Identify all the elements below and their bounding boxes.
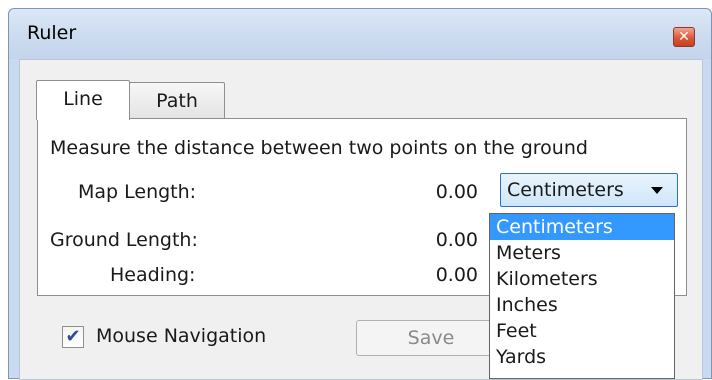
mouse-navigation-checkbox[interactable]: ✔ xyxy=(62,326,84,348)
tab-line-label: Line xyxy=(63,88,103,110)
ground-length-label: Ground Length: xyxy=(50,229,198,251)
ground-length-value: 0.00 xyxy=(435,229,478,251)
title-bar[interactable]: Ruler ✕ xyxy=(9,9,711,59)
mouse-navigation-label[interactable]: Mouse Navigation xyxy=(96,325,266,347)
tab-path[interactable]: Path xyxy=(129,82,225,118)
unit-option-inches[interactable]: Inches xyxy=(490,292,674,318)
tab-line[interactable]: Line xyxy=(36,80,130,120)
heading-value: 0.00 xyxy=(435,264,478,286)
save-button[interactable]: Save xyxy=(356,320,506,356)
heading-label: Heading: xyxy=(110,264,196,286)
unit-option-yards[interactable]: Yards xyxy=(490,344,674,370)
unit-option-feet[interactable]: Feet xyxy=(490,318,674,344)
chevron-down-icon xyxy=(651,187,663,194)
save-button-label: Save xyxy=(407,327,455,349)
map-length-label: Map Length: xyxy=(78,181,197,203)
checkmark-icon: ✔ xyxy=(65,326,81,347)
unit-option-centimeters[interactable]: Centimeters xyxy=(490,214,674,240)
measure-description: Measure the distance between two points … xyxy=(50,137,588,159)
window-title: Ruler xyxy=(27,22,77,44)
unit-select-value: Centimeters xyxy=(507,179,624,201)
map-length-value: 0.00 xyxy=(435,181,478,203)
unit-option-kilometers[interactable]: Kilometers xyxy=(490,266,674,292)
tab-path-label: Path xyxy=(156,90,198,112)
unit-select[interactable]: Centimeters xyxy=(500,173,678,207)
close-icon: ✕ xyxy=(678,29,690,45)
unit-dropdown-list: Centimeters Meters Kilometers Inches Fee… xyxy=(489,213,675,379)
close-button[interactable]: ✕ xyxy=(673,27,695,47)
unit-option-meters[interactable]: Meters xyxy=(490,240,674,266)
